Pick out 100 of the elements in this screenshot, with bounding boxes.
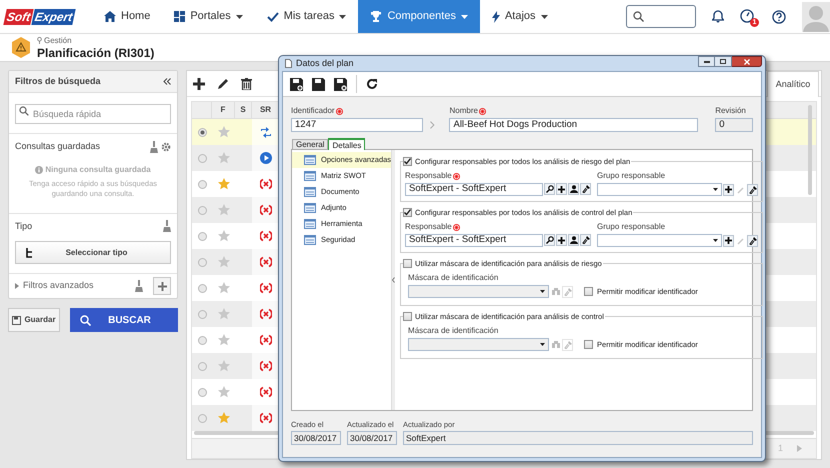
add-button[interactable] (723, 184, 734, 196)
broom-icon[interactable] (163, 220, 171, 232)
required-icon (478, 108, 486, 114)
clear-icon[interactable] (562, 338, 574, 350)
clear-button[interactable] (580, 234, 592, 246)
chevron-icon[interactable] (430, 121, 435, 129)
checkbox[interactable] (403, 312, 412, 322)
checkbox[interactable] (403, 208, 412, 218)
user-button[interactable] (568, 234, 580, 246)
star-icon[interactable] (218, 204, 230, 216)
clear-icon[interactable] (562, 286, 574, 298)
radio-button[interactable] (198, 336, 206, 344)
save-button[interactable]: Guardar (8, 308, 60, 332)
id-field[interactable]: 1247 (291, 118, 423, 132)
radio-button[interactable] (198, 388, 206, 396)
cancel-icon (260, 412, 272, 424)
clear-button[interactable] (580, 183, 592, 195)
add-button[interactable] (556, 234, 568, 246)
search-button[interactable] (544, 234, 556, 246)
trash-icon[interactable] (241, 78, 252, 90)
collapse-icon[interactable] (392, 277, 396, 283)
help-icon[interactable] (772, 10, 786, 24)
star-icon[interactable] (218, 152, 230, 164)
checkbox[interactable] (584, 287, 594, 296)
radio-button[interactable] (198, 362, 206, 370)
star-icon[interactable] (218, 126, 230, 138)
scrollbar[interactable] (808, 105, 812, 195)
star-icon[interactable] (218, 386, 230, 398)
empty-message: Ninguna consulta guardada (45, 164, 151, 176)
minimize-button[interactable] (698, 56, 715, 67)
save-icon[interactable] (312, 78, 325, 90)
advanced-filters[interactable]: Filtros avanzados (23, 279, 131, 293)
nav-item[interactable]: Componentes (358, 0, 480, 33)
clear-button[interactable] (747, 234, 758, 246)
clear-button[interactable] (747, 184, 758, 196)
tab[interactable]: General (292, 139, 328, 149)
user-button[interactable] (568, 183, 580, 195)
radio-button[interactable] (198, 154, 206, 162)
bell-icon[interactable] (712, 10, 724, 23)
checkbox[interactable] (403, 259, 412, 268)
radio-button[interactable] (198, 180, 206, 188)
expand-icon[interactable] (15, 283, 19, 289)
star-icon[interactable] (218, 412, 230, 424)
nav-item[interactable]: Home (92, 0, 162, 33)
pencil-icon[interactable] (217, 78, 229, 90)
radio-button[interactable] (198, 258, 206, 266)
next-page-icon[interactable] (797, 445, 802, 452)
search-button[interactable]: BUSCAR (70, 308, 178, 332)
broom-icon[interactable] (135, 280, 143, 292)
revision-field[interactable]: 0 (715, 118, 753, 132)
search-button[interactable] (544, 183, 556, 195)
column-header[interactable]: S (240, 104, 246, 116)
search-field[interactable] (626, 5, 696, 28)
radio-button[interactable] (198, 310, 206, 318)
star-icon[interactable] (218, 256, 230, 268)
star-icon[interactable] (218, 360, 230, 372)
radio-button[interactable] (198, 206, 206, 214)
radio-button[interactable] (198, 284, 206, 292)
search-icon (19, 106, 29, 116)
broom-icon[interactable] (150, 140, 158, 153)
star-icon[interactable] (218, 230, 230, 242)
close-button[interactable] (732, 56, 762, 67)
gear-icon[interactable] (161, 142, 171, 152)
column-header[interactable]: F (220, 104, 226, 116)
binoculars-icon[interactable] (550, 286, 562, 298)
save-close-icon[interactable] (334, 78, 347, 90)
add-button[interactable] (556, 183, 568, 195)
refresh-icon[interactable] (366, 78, 378, 90)
breadcrumb[interactable]: Gestión (37, 36, 154, 44)
save-new-icon[interactable] (290, 78, 303, 90)
star-icon[interactable] (218, 334, 230, 346)
gauge-icon[interactable] (740, 8, 754, 22)
radio-button[interactable] (198, 414, 206, 422)
add-button[interactable] (723, 234, 734, 246)
readonly-field[interactable]: 30/08/2017 (291, 431, 341, 446)
radio-button[interactable] (198, 128, 206, 136)
nav-item[interactable]: Atajos (480, 0, 560, 33)
binoculars-icon[interactable] (550, 338, 562, 350)
nav-item[interactable]: Mis tareas (254, 0, 358, 33)
readonly-field[interactable]: SoftExpert (403, 431, 753, 446)
tab[interactable]: Detalles (328, 138, 366, 150)
column-header[interactable]: SR (260, 104, 272, 116)
search-field[interactable]: Búsqueda rápida (15, 104, 171, 124)
maximize-button[interactable] (715, 56, 732, 67)
responsible-field[interactable]: SoftExpert - SoftExpert (405, 234, 544, 247)
radio-button[interactable] (198, 232, 206, 240)
plus-icon[interactable] (193, 78, 205, 90)
responsible-field[interactable]: SoftExpert - SoftExpert (405, 183, 544, 196)
star-icon[interactable] (218, 178, 230, 190)
star-icon[interactable] (218, 308, 230, 320)
mask-dropdown[interactable] (408, 285, 550, 298)
readonly-field[interactable]: 30/08/2017 (347, 431, 397, 446)
checkbox[interactable] (403, 157, 412, 166)
name-field[interactable]: All-Beef Hot Dogs Production (449, 118, 698, 132)
checkbox[interactable] (584, 340, 594, 349)
star-icon[interactable] (218, 282, 230, 294)
collapse-icon[interactable] (163, 78, 171, 85)
select-type-button[interactable]: Seleccionar tipo (15, 241, 171, 264)
mask-dropdown[interactable] (408, 338, 550, 351)
nav-item[interactable]: Portales (162, 0, 255, 33)
